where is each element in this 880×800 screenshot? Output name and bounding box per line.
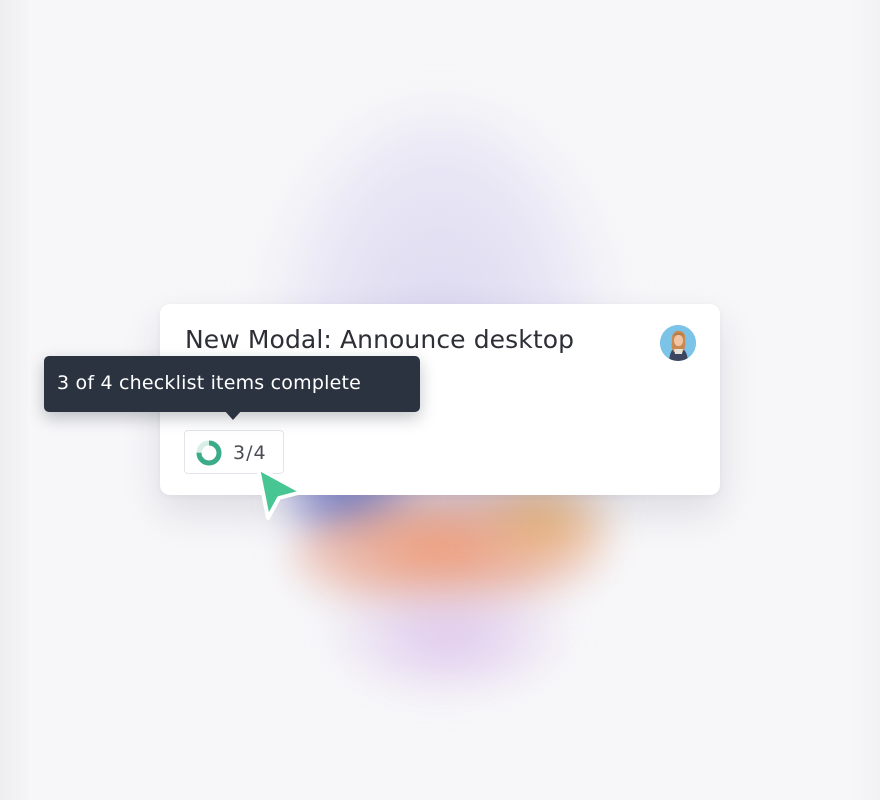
- background-gradient-violet: [330, 580, 570, 700]
- tooltip-text: 3 of 4 checklist items complete: [57, 372, 361, 394]
- progress-tooltip: 3 of 4 checklist items complete: [44, 356, 420, 420]
- canvas: New Modal: Announce desktop experiences …: [0, 0, 880, 800]
- avatar-photo-icon: [660, 325, 696, 361]
- left-panel-edge: [0, 0, 28, 800]
- progress-count: 3/4: [233, 442, 267, 464]
- tooltip-arrow: [224, 410, 242, 420]
- checklist-progress-chip[interactable]: 3/4: [184, 430, 284, 474]
- right-panel-edge: [850, 0, 880, 800]
- background-gradient-orange: [290, 490, 620, 620]
- progress-ring-icon: [196, 440, 222, 466]
- user-avatar[interactable]: [660, 325, 696, 361]
